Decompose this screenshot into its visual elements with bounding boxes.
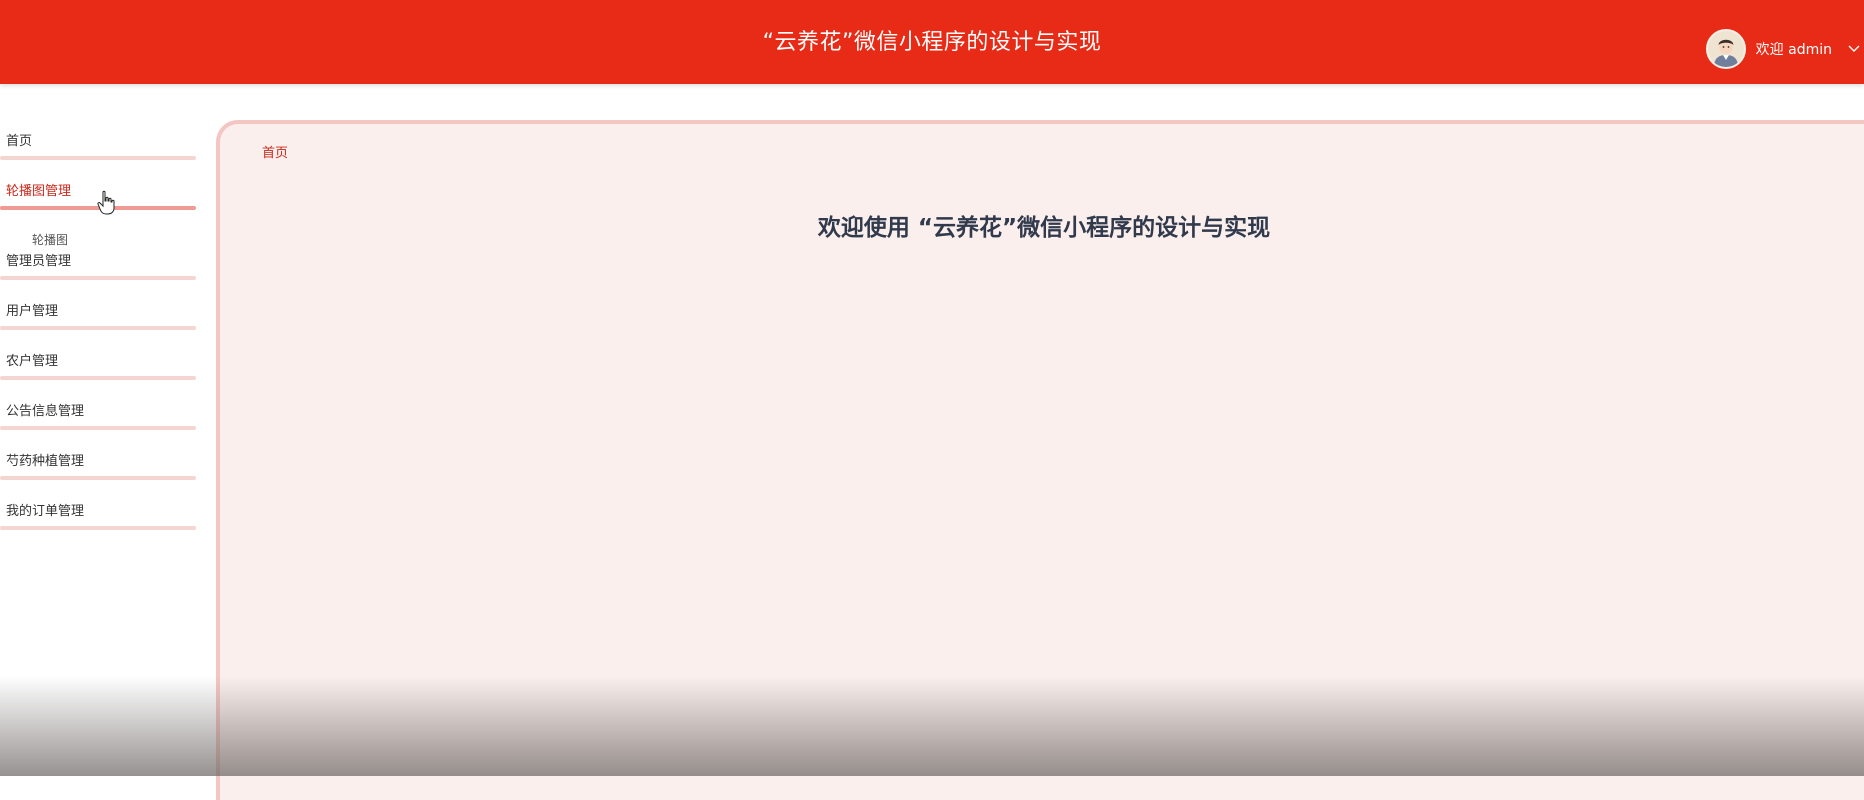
app-title: “云养花”微信小程序的设计与实现	[762, 30, 1102, 55]
chevron-down-icon[interactable]	[1848, 42, 1860, 56]
sidebar-item-farmer-management[interactable]: 农户管理	[0, 342, 196, 392]
sidebar-menu: 首页 轮播图管理 轮播图 管理员管理 用户管理 农户管理 公告信息管理 芍药种植…	[0, 122, 196, 542]
welcome-heading: 欢迎使用 “云养花”微信小程序的设计与实现	[817, 215, 1271, 241]
user-avatar[interactable]	[1705, 29, 1746, 69]
sidebar-item-home[interactable]: 首页	[0, 122, 196, 172]
sidebar-item-my-orders-management[interactable]: 我的订单管理	[0, 492, 196, 542]
sidebar-item-user-management[interactable]: 用户管理	[0, 292, 196, 342]
sidebar-item-peony-planting-management[interactable]: 芍药种植管理	[0, 442, 196, 492]
top-header: “云养花”微信小程序的设计与实现 欢迎 admin	[0, 0, 1864, 84]
user-menu[interactable]: 欢迎 admin	[1705, 28, 1864, 70]
sidebar-item-notice-management[interactable]: 公告信息管理	[0, 392, 196, 442]
breadcrumb[interactable]: 首页	[262, 142, 288, 161]
mouse-pointer-icon	[97, 190, 117, 216]
main-content: 首页 欢迎使用 “云养花”微信小程序的设计与实现	[216, 120, 1864, 800]
sidebar-item-admin-management[interactable]: 管理员管理	[0, 242, 196, 292]
welcome-user-label[interactable]: 欢迎 admin	[1756, 39, 1832, 59]
